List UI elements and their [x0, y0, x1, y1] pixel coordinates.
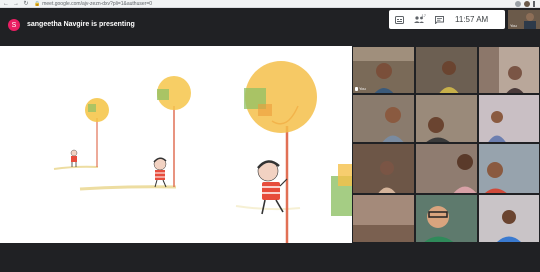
participant-name: You: [355, 86, 366, 91]
participant-video: [353, 95, 414, 142]
participant-tile[interactable]: [478, 94, 540, 143]
participant-tile[interactable]: [415, 94, 478, 143]
presenter-avatar: S: [8, 19, 20, 31]
participant-video: [416, 47, 477, 93]
profile-avatar[interactable]: [524, 1, 530, 7]
participant-tile[interactable]: [352, 194, 415, 243]
self-preview[interactable]: You: [508, 10, 540, 29]
menu-icon[interactable]: [533, 1, 535, 7]
participant-video: [479, 195, 539, 242]
self-label: You: [510, 23, 517, 28]
participant-tile[interactable]: [352, 143, 415, 194]
participant-video: [353, 144, 414, 193]
participant-video: [479, 47, 539, 93]
participant-tile[interactable]: You: [352, 46, 415, 94]
participant-tile[interactable]: [478, 194, 540, 243]
presenting-banner: sangeetha Navgire is presenting: [27, 21, 135, 28]
participants-count: 17: [421, 13, 426, 18]
chat-icon[interactable]: [429, 10, 449, 29]
captions-icon[interactable]: [389, 10, 409, 29]
address-bar[interactable]: meet.google.com/ajv-zezn-dxv?pli=1&authu…: [42, 1, 152, 7]
presentation-stage: [0, 46, 352, 243]
mic-icon: [355, 86, 358, 91]
browser-toolbar: ← → ↻ 🔒 meet.google.com/ajv-zezn-dxv?pli…: [0, 0, 540, 8]
meeting-clock: 11:57 AM: [455, 15, 489, 24]
participant-video: [479, 95, 539, 142]
participant-tile[interactable]: [415, 143, 478, 194]
reload-icon[interactable]: ↻: [22, 0, 30, 7]
meeting-controls: 17 11:57 AM: [389, 10, 505, 29]
forward-icon[interactable]: →: [12, 0, 20, 7]
bottom-bar: [0, 243, 540, 272]
extension-icon[interactable]: [515, 1, 521, 7]
participant-tile[interactable]: [478, 143, 540, 194]
participant-video: [416, 144, 477, 193]
participant-tile[interactable]: [415, 46, 478, 94]
back-icon[interactable]: ←: [2, 0, 10, 7]
meet-topbar: S sangeetha Navgire is presenting 17 11:…: [0, 8, 540, 46]
participant-tile[interactable]: [478, 46, 540, 94]
lock-icon: 🔒: [34, 0, 41, 7]
participant-video: [479, 144, 539, 193]
participant-video: [416, 195, 477, 242]
people-icon[interactable]: 17: [409, 10, 429, 29]
participant-video: [353, 195, 414, 242]
participant-tile[interactable]: [415, 194, 478, 243]
participant-grid: You: [352, 46, 540, 243]
presented-illustration: [53, 61, 352, 243]
participant-video: [416, 95, 477, 142]
participant-tile[interactable]: [352, 94, 415, 143]
